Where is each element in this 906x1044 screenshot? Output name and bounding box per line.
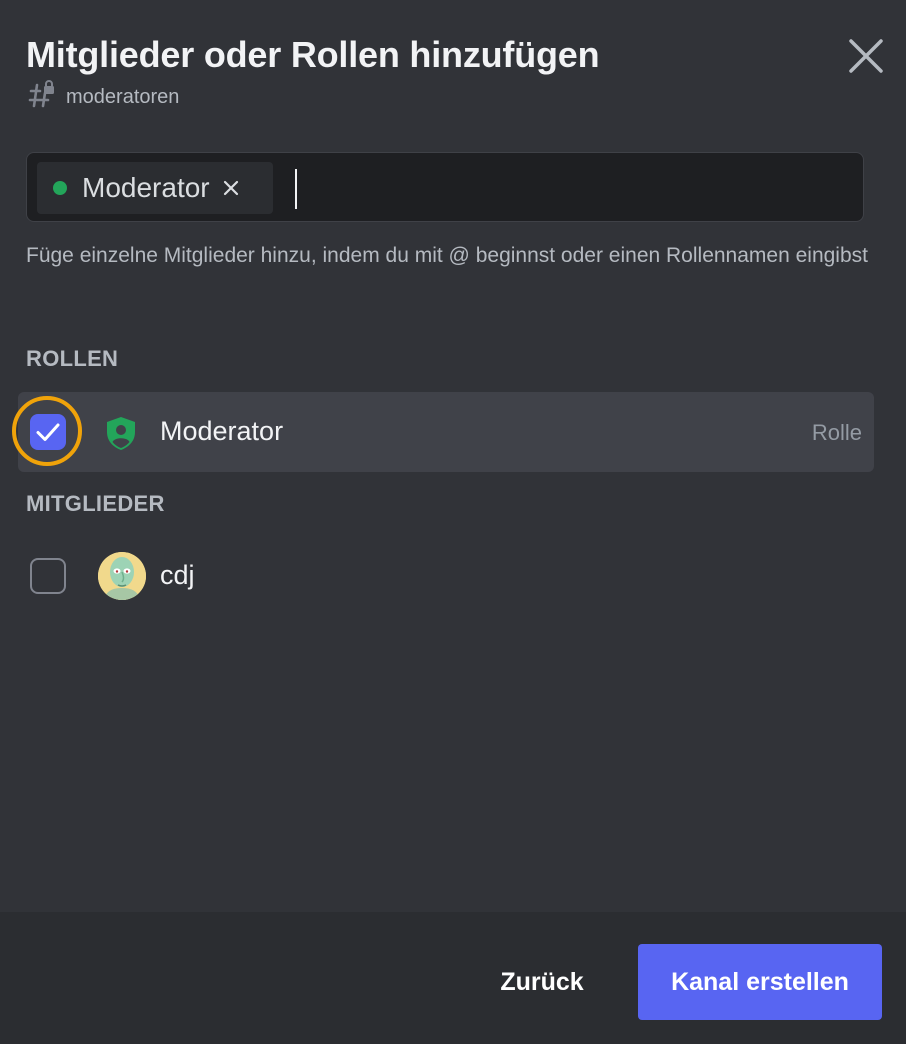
channel-name: moderatoren — [66, 85, 180, 108]
back-button[interactable]: Zurück — [484, 944, 600, 1020]
modal-footer: Zurück Kanal erstellen — [0, 912, 906, 1044]
create-channel-button[interactable]: Kanal erstellen — [638, 944, 882, 1020]
shield-user-icon — [104, 415, 138, 451]
channel-subtitle: moderatoren — [28, 79, 180, 115]
hash-lock-icon — [28, 79, 56, 115]
close-icon — [849, 39, 883, 73]
role-color-dot — [53, 181, 67, 195]
modal-title: Mitglieder oder Rollen hinzufügen — [26, 34, 600, 75]
member-search-box[interactable]: Moderator — [26, 152, 864, 222]
selected-chip-moderator: Moderator — [37, 162, 273, 214]
role-checkbox[interactable] — [30, 414, 66, 450]
members-section-label: MITGLIEDER — [26, 491, 165, 516]
hint-text: Füge einzelne Mitglieder hinzu, indem du… — [26, 244, 868, 267]
role-tag: Rolle — [811, 420, 862, 445]
chip-label: Moderator — [82, 172, 210, 203]
text-caret — [295, 169, 297, 209]
close-button[interactable] — [846, 36, 886, 76]
roles-section-label: ROLLEN — [26, 346, 119, 371]
search-input[interactable] — [289, 167, 853, 211]
chip-remove-button[interactable] — [222, 179, 240, 197]
role-row-moderator[interactable]: Moderator Rolle — [12, 392, 874, 472]
member-checkbox[interactable] — [30, 558, 66, 594]
user-avatar — [98, 552, 146, 600]
member-row-cdj[interactable]: cdj — [18, 536, 874, 616]
close-icon — [223, 180, 238, 196]
member-name: cdj — [160, 560, 195, 590]
checkmark-icon — [36, 423, 60, 441]
role-name: Moderator — [160, 416, 284, 446]
add-members-modal: Mitglieder oder Rollen hinzufügen modera… — [0, 0, 906, 1044]
